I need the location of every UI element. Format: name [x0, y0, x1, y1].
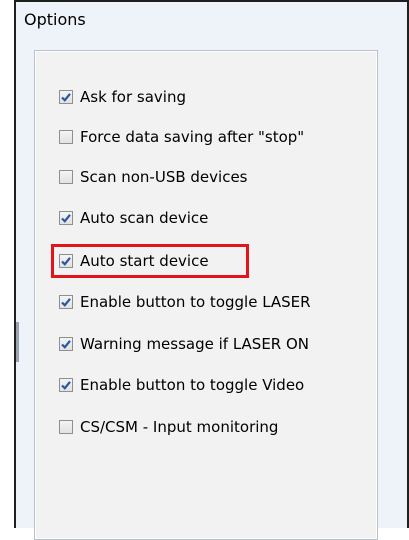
option-auto-scan-device[interactable]: Auto scan device [59, 206, 208, 230]
checkbox-ask-for-saving[interactable] [59, 90, 73, 104]
option-enable-toggle-video[interactable]: Enable button to toggle Video [59, 373, 304, 397]
checkbox-scan-non-usb-devices[interactable] [59, 170, 73, 184]
option-ask-for-saving[interactable]: Ask for saving [59, 85, 186, 109]
option-label: Auto scan device [80, 209, 209, 227]
checkbox-enable-toggle-video[interactable] [59, 378, 73, 392]
window-title: Options [24, 10, 86, 29]
options-panel: Ask for saving Force data saving after "… [34, 50, 378, 540]
window-edge-shadow [16, 322, 19, 362]
checkbox-warning-laser-on[interactable] [59, 337, 73, 351]
checkmark-icon [61, 340, 71, 349]
highlight-box [51, 244, 249, 278]
option-warning-laser-on[interactable]: Warning message if LASER ON [59, 332, 309, 356]
checkbox-enable-toggle-laser[interactable] [59, 295, 73, 309]
option-enable-toggle-laser[interactable]: Enable button to toggle LASER [59, 290, 311, 314]
option-scan-non-usb-devices[interactable]: Scan non-USB devices [59, 165, 247, 189]
checkmark-icon [61, 381, 71, 390]
checkbox-force-data-saving[interactable] [59, 130, 73, 144]
option-label: Scan non-USB devices [80, 168, 248, 186]
option-label: Force data saving after "stop" [80, 128, 305, 146]
option-label: Ask for saving [80, 88, 187, 106]
option-input-monitoring[interactable]: CS/CSM - Input monitoring [59, 415, 278, 439]
option-label: Warning message if LASER ON [80, 335, 310, 353]
option-label: CS/CSM - Input monitoring [80, 418, 279, 436]
checkbox-auto-scan-device[interactable] [59, 211, 73, 225]
option-force-data-saving[interactable]: Force data saving after "stop" [59, 125, 304, 149]
checkmark-icon [61, 214, 71, 223]
options-window: Options Ask for saving Force data saving… [14, 0, 409, 540]
option-label: Enable button to toggle Video [80, 376, 305, 394]
option-label: Enable button to toggle LASER [80, 293, 311, 311]
checkbox-input-monitoring[interactable] [59, 420, 73, 434]
checkmark-icon [61, 93, 71, 102]
checkmark-icon [61, 298, 71, 307]
